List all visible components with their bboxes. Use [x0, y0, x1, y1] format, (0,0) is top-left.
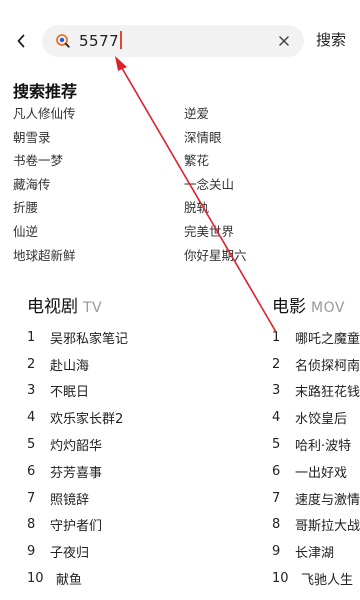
rank-title: 哥斯拉大战 — [295, 519, 360, 535]
tv-ranking-row[interactable]: 8 守护者们 — [27, 512, 128, 539]
movie-ranking-row[interactable]: 6 一出好戏 — [272, 458, 360, 485]
rank-number: 4 — [27, 410, 36, 426]
tv-ranking-row[interactable]: 4 欢乐家长群2 — [27, 404, 128, 431]
movie-ranking: 电影 MOV 1 哪吒之魔童 2 名侦探柯南 3 末路狂花钱 4 水饺皇后 5 哈利·波特 6 一出好戏… — [272, 292, 360, 588]
rank-title: 名侦探柯南 — [295, 358, 360, 374]
tv-ranking-row[interactable]: 5 灼灼韶华 — [27, 431, 128, 458]
search-input-value: 5577 — [79, 31, 122, 51]
rank-title: 不眠日 — [50, 385, 90, 401]
recommend-item[interactable]: 藏海传 — [13, 175, 184, 199]
movie-ranking-row[interactable]: 7 速度与激情 — [272, 485, 360, 512]
recommend-item[interactable]: 深情眼 — [184, 128, 355, 152]
rank-number: 6 — [27, 463, 36, 479]
tv-ranking-row[interactable]: 1 吴邪私家笔记 — [27, 324, 128, 351]
rank-number: 5 — [272, 437, 281, 453]
recommend-title: 搜索推荐 — [13, 82, 78, 101]
tv-ranking-title: 电视剧 — [27, 297, 78, 317]
recommend-item[interactable]: 逆爱 — [184, 104, 355, 128]
recommend-item[interactable]: 凡人修仙传 — [13, 104, 184, 128]
rank-title: 末路狂花钱 — [295, 385, 360, 401]
recommend-item[interactable]: 繁花 — [184, 151, 355, 175]
recommend-item[interactable]: 折腰 — [13, 198, 184, 222]
movie-ranking-row[interactable]: 2 名侦探柯南 — [272, 351, 360, 378]
rank-number: 4 — [272, 410, 281, 426]
tv-ranking-row[interactable]: 3 不眠日 — [27, 378, 128, 405]
recommend-item[interactable]: 一念关山 — [184, 175, 355, 199]
search-icon — [56, 34, 70, 48]
movie-ranking-header[interactable]: 电影 MOV — [272, 292, 360, 324]
rank-title: 一出好戏 — [295, 465, 348, 481]
rank-number: 1 — [272, 329, 281, 345]
rank-title: 赴山海 — [50, 358, 90, 374]
rank-number: 3 — [27, 383, 36, 399]
rank-title: 飞驰人生 — [301, 573, 354, 589]
recommend-item[interactable]: 朝雪录 — [13, 128, 184, 152]
movie-ranking-row[interactable]: 10 飞驰人生 — [272, 565, 360, 592]
tv-ranking-row[interactable]: 9 子夜归 — [27, 538, 128, 565]
rank-number: 1 — [27, 329, 36, 345]
movie-ranking-title: 电影 — [272, 297, 306, 317]
tv-ranking-list: 1 吴邪私家笔记 2 赴山海 3 不眠日 4 欢乐家长群2 5 灼灼韶华 6 芬芳喜事 7 照镜辞 8 守护者… — [27, 324, 128, 592]
back-button[interactable] — [11, 30, 31, 52]
rank-title: 灼灼韶华 — [50, 439, 103, 455]
movie-ranking-row[interactable]: 5 哈利·波特 — [272, 431, 360, 458]
rank-title: 守护者们 — [50, 519, 103, 535]
rank-title: 献鱼 — [56, 573, 83, 589]
movie-ranking-row[interactable]: 3 末路狂花钱 — [272, 378, 360, 405]
recommend-list: 凡人修仙传 逆爱 朝雪录 深情眼 书卷一梦 繁花 藏海传 一念关山 折腰 脱轨 仙逆 完美世界 地球超新… — [13, 104, 353, 269]
rank-number: 9 — [27, 544, 36, 560]
movie-ranking-row[interactable]: 1 哪吒之魔童 — [272, 324, 360, 351]
recommend-item[interactable]: 完美世界 — [184, 222, 355, 246]
tv-ranking-row[interactable]: 7 照镜辞 — [27, 485, 128, 512]
rank-title: 速度与激情 — [295, 492, 360, 508]
tv-ranking-row[interactable]: 6 芬芳喜事 — [27, 458, 128, 485]
search-input[interactable]: 5577 — [42, 25, 304, 57]
rank-title: 芬芳喜事 — [50, 465, 103, 481]
rank-number: 8 — [272, 517, 281, 533]
rank-number: 3 — [272, 383, 281, 399]
tv-ranking-header[interactable]: 电视剧 TV — [27, 292, 277, 324]
recommend-item[interactable]: 地球超新鲜 — [13, 246, 184, 270]
rank-title: 子夜归 — [50, 546, 90, 562]
rank-number: 2 — [27, 356, 36, 372]
movie-ranking-row[interactable]: 9 长津湖 — [272, 538, 360, 565]
rank-number: 2 — [272, 356, 281, 372]
rank-number: 10 — [27, 571, 44, 587]
recommend-item[interactable]: 书卷一梦 — [13, 151, 184, 175]
top-bar: 5577 搜索 — [0, 0, 360, 80]
rank-number: 6 — [272, 463, 281, 479]
rankings-section: 电视剧 TV 1 吴邪私家笔记 2 赴山海 3 不眠日 4 欢乐家长群2 5 灼灼韶华 6 芬芳喜事 7 照… — [0, 292, 360, 600]
rank-number: 8 — [27, 517, 36, 533]
tv-ranking: 电视剧 TV 1 吴邪私家笔记 2 赴山海 3 不眠日 4 欢乐家长群2 5 灼灼韶华 6 芬芳喜事 7 照… — [27, 292, 277, 588]
movie-ranking-subtitle: MOV — [311, 300, 345, 316]
recommend-item[interactable]: 脱轨 — [184, 198, 355, 222]
movie-ranking-row[interactable]: 8 哥斯拉大战 — [272, 512, 360, 539]
search-button[interactable]: 搜索 — [316, 30, 346, 50]
rank-number: 10 — [272, 571, 289, 587]
chevron-left-icon — [17, 34, 25, 48]
rank-title: 欢乐家长群2 — [50, 412, 124, 428]
rank-title: 长津湖 — [295, 546, 335, 562]
movie-ranking-row[interactable]: 4 水饺皇后 — [272, 404, 360, 431]
rank-title: 水饺皇后 — [295, 412, 348, 428]
rank-title: 哪吒之魔童 — [295, 331, 360, 347]
rank-title: 吴邪私家笔记 — [50, 331, 129, 347]
recommend-item[interactable]: 你好星期六 — [184, 246, 355, 270]
text-cursor — [120, 31, 122, 49]
close-icon[interactable] — [276, 33, 292, 49]
rank-number: 7 — [272, 490, 281, 506]
tv-ranking-subtitle: TV — [83, 300, 103, 316]
recommend-item[interactable]: 仙逆 — [13, 222, 184, 246]
rank-number: 5 — [27, 437, 36, 453]
tv-ranking-row[interactable]: 10 献鱼 — [27, 565, 128, 592]
movie-ranking-list: 1 哪吒之魔童 2 名侦探柯南 3 末路狂花钱 4 水饺皇后 5 哈利·波特 6 一出好戏 7 速度与激情… — [272, 324, 360, 592]
rank-title: 照镜辞 — [50, 492, 90, 508]
tv-ranking-row[interactable]: 2 赴山海 — [27, 351, 128, 378]
rank-number: 9 — [272, 544, 281, 560]
rank-number: 7 — [27, 490, 36, 506]
rank-title: 哈利·波特 — [295, 439, 352, 455]
